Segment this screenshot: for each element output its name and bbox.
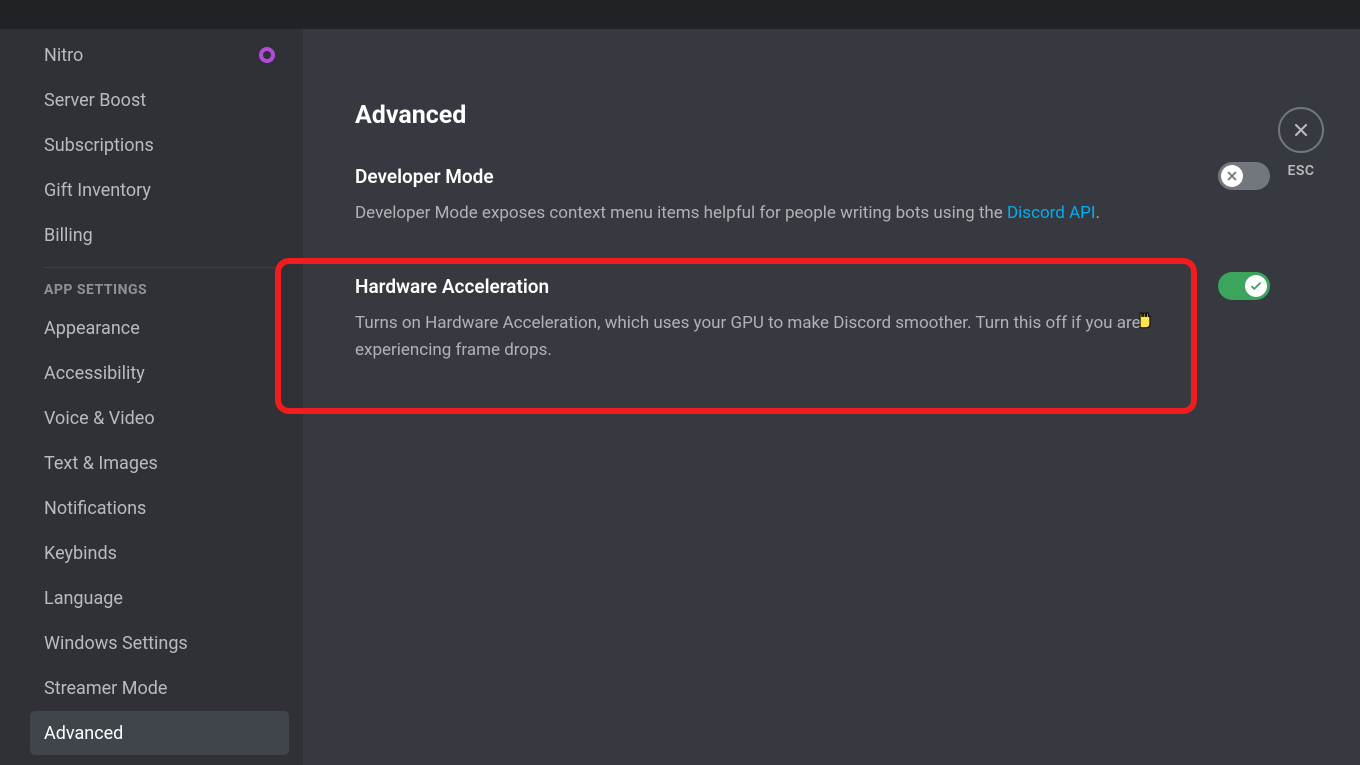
- sidebar-item-label: Accessibility: [44, 363, 145, 384]
- sidebar-item-language[interactable]: Language: [30, 576, 289, 620]
- esc-label: ESC: [1278, 163, 1324, 179]
- settings-sidebar: Nitro Server Boost Subscriptions Gift In…: [0, 29, 303, 765]
- desc-text-post: .: [1096, 203, 1100, 223]
- sidebar-item-label: Subscriptions: [44, 135, 154, 156]
- x-icon: [1225, 169, 1239, 183]
- setting-desc-hardware-acceleration: Turns on Hardware Acceleration, which us…: [355, 310, 1155, 363]
- close-area: ESC: [1278, 107, 1324, 179]
- sidebar-item-gift-inventory[interactable]: Gift Inventory: [30, 168, 289, 212]
- sidebar-item-keybinds[interactable]: Keybinds: [30, 531, 289, 575]
- sidebar-item-accessibility[interactable]: Accessibility: [30, 351, 289, 395]
- sidebar-item-label: Advanced: [44, 723, 123, 744]
- desc-text: Developer Mode exposes context menu item…: [355, 203, 1007, 223]
- setting-title-developer-mode: Developer Mode: [355, 165, 494, 188]
- sidebar-item-subscriptions[interactable]: Subscriptions: [30, 123, 289, 167]
- sidebar-item-label: Voice & Video: [44, 408, 155, 429]
- sidebar-item-advanced[interactable]: Advanced: [30, 711, 289, 755]
- sidebar-item-label: Streamer Mode: [44, 678, 167, 699]
- sidebar-item-label: Keybinds: [44, 543, 117, 564]
- sidebar-item-text-images[interactable]: Text & Images: [30, 441, 289, 485]
- sidebar-item-label: Appearance: [44, 318, 140, 339]
- window-titlebar: [0, 0, 1360, 29]
- toggle-knob: [1245, 275, 1267, 297]
- toggle-knob: [1221, 165, 1243, 187]
- sidebar-item-label: Server Boost: [44, 90, 146, 111]
- check-icon: [1249, 279, 1263, 293]
- setting-hardware-acceleration: Hardware Acceleration Turns on Hardware …: [355, 272, 1270, 385]
- setting-desc-developer-mode: Developer Mode exposes context menu item…: [355, 200, 1155, 226]
- setting-title-hardware-acceleration: Hardware Acceleration: [355, 275, 549, 298]
- sidebar-item-label: Language: [44, 588, 123, 609]
- sidebar-item-label: Gift Inventory: [44, 180, 151, 201]
- sidebar-item-label: Nitro: [44, 45, 83, 66]
- sidebar-item-nitro[interactable]: Nitro: [30, 33, 289, 77]
- sidebar-divider: [44, 267, 275, 268]
- toggle-hardware-acceleration[interactable]: [1218, 272, 1270, 300]
- nitro-badge-icon: [259, 47, 275, 63]
- settings-content: Advanced Developer Mode Developer Mode e…: [303, 29, 1360, 765]
- sidebar-item-streamer-mode[interactable]: Streamer Mode: [30, 666, 289, 710]
- discord-api-link[interactable]: Discord API: [1007, 203, 1096, 223]
- sidebar-item-voice-video[interactable]: Voice & Video: [30, 396, 289, 440]
- sidebar-section-header: APP SETTINGS: [30, 282, 289, 298]
- page-title: Advanced: [355, 101, 1270, 130]
- sidebar-item-windows-settings[interactable]: Windows Settings: [30, 621, 289, 665]
- sidebar-item-server-boost[interactable]: Server Boost: [30, 78, 289, 122]
- close-button[interactable]: [1278, 107, 1324, 153]
- sidebar-item-billing[interactable]: Billing: [30, 213, 289, 257]
- close-icon: [1291, 120, 1311, 140]
- sidebar-item-appearance[interactable]: Appearance: [30, 306, 289, 350]
- sidebar-item-label: Windows Settings: [44, 633, 188, 654]
- toggle-developer-mode[interactable]: [1218, 162, 1270, 190]
- setting-developer-mode: Developer Mode Developer Mode exposes co…: [355, 162, 1270, 248]
- sidebar-item-label: Billing: [44, 225, 93, 246]
- sidebar-item-notifications[interactable]: Notifications: [30, 486, 289, 530]
- sidebar-item-label: Notifications: [44, 498, 146, 519]
- sidebar-item-label: Text & Images: [44, 453, 158, 474]
- settings-app: Nitro Server Boost Subscriptions Gift In…: [0, 29, 1360, 765]
